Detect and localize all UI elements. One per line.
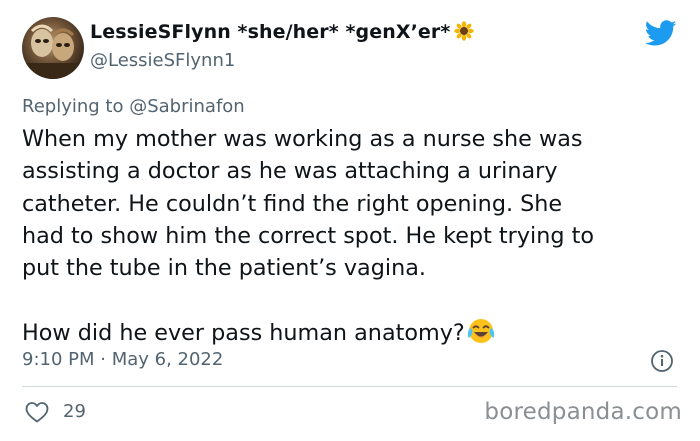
heart-icon[interactable]	[25, 401, 49, 423]
tweet-text-line: catheter. He couldn’t find the right ope…	[22, 190, 563, 217]
info-icon[interactable]	[650, 349, 674, 373]
watermark: boredpanda.com	[484, 399, 682, 425]
like-count: 29	[63, 401, 86, 422]
avatar[interactable]	[22, 17, 84, 79]
tweet-text-line: When my mother was working as a nurse sh…	[22, 126, 583, 152]
reply-prefix: Replying to	[22, 96, 124, 117]
tweet-text-line: assisting a doctor as he was attaching a…	[22, 158, 558, 185]
reply-context: Replying to @Sabrinafon	[22, 96, 245, 117]
tweet-text-line: put the tube in the patient’s vagina.	[22, 255, 426, 282]
tweet-closing-text: How did he ever pass human anatomy?	[22, 320, 465, 347]
avatar-masks-image	[22, 24, 84, 79]
sunflower-icon	[454, 21, 475, 46]
tears-of-joy-icon	[466, 316, 496, 355]
author-name-text: LessieSFlynn *she/her* *genX’er*	[90, 21, 451, 43]
tweet-text: When my mother was working as a nurse sh…	[22, 123, 682, 356]
reply-mention-link[interactable]: @Sabrinafon	[129, 96, 244, 117]
tweet-text-line: had to show him the correct spot. He kep…	[22, 222, 594, 249]
tweet-card: LessieSFlynn *she/her* *genX’er* @Lessie…	[0, 0, 700, 441]
author-handle[interactable]: @LessieSFlynn1	[90, 50, 235, 71]
twitter-bird-icon[interactable]	[645, 20, 677, 47]
tweet-timestamp[interactable]: 9:10 PM · May 6, 2022	[22, 349, 223, 370]
author-display-name[interactable]: LessieSFlynn *she/her* *genX’er*	[90, 21, 475, 46]
divider	[22, 386, 677, 387]
